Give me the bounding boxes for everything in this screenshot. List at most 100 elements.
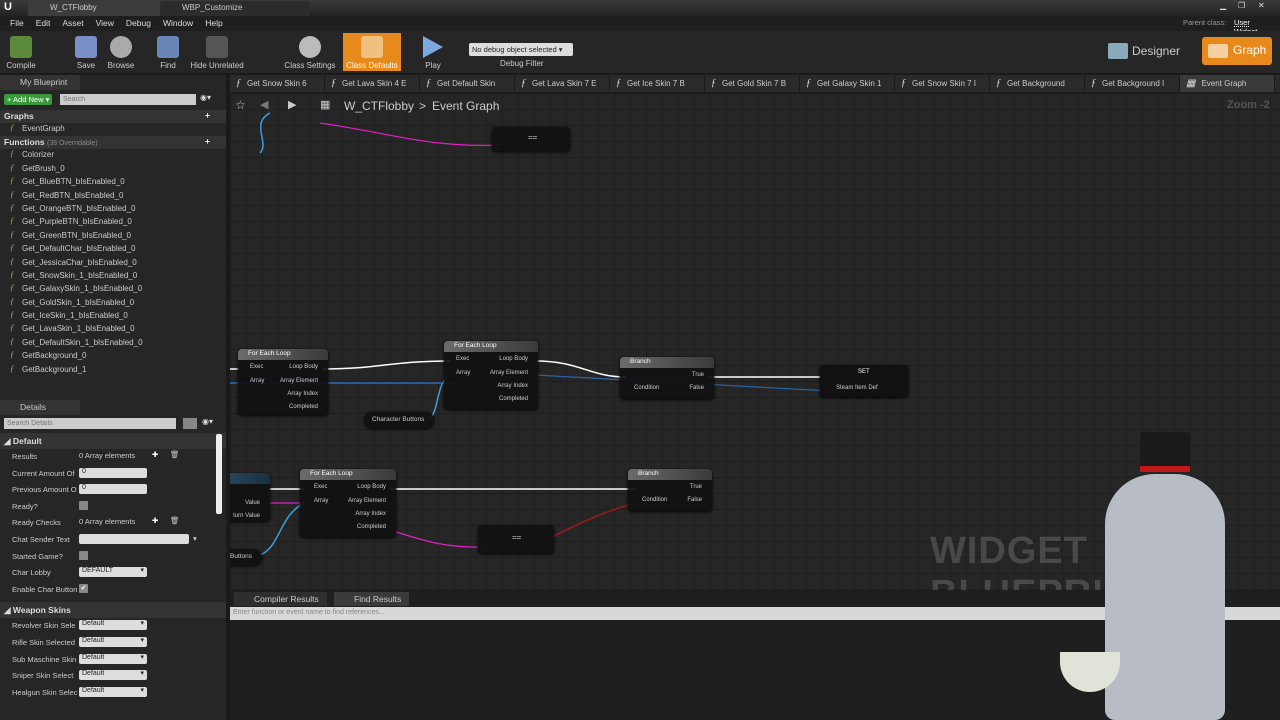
graph-tab[interactable]: ƒ Get Lava Skin 7 E (515, 75, 610, 92)
pin-steam-item-def[interactable]: Steam Item Def (836, 385, 878, 391)
details-scrollbar[interactable] (216, 434, 222, 514)
graph-mode-button[interactable]: Graph (1202, 37, 1272, 65)
my-blueprint-tab[interactable]: My Blueprint (0, 75, 80, 90)
for-each-loop-node[interactable]: For Each Loop Exec Array Loop Body Array… (238, 349, 328, 415)
graph-tab[interactable]: ƒ Get Background I (1085, 75, 1180, 92)
pin-array-element[interactable]: Array Element (490, 370, 528, 376)
menu-asset[interactable]: Asset (56, 16, 89, 31)
hide-unrelated-button[interactable]: Hide Unrelated (188, 33, 246, 71)
pin-exec[interactable]: Exec (250, 364, 263, 370)
function-item[interactable]: Get_GalaxySkin_1_bIsEnabled_0 (0, 283, 226, 296)
find-button[interactable]: Find (154, 33, 182, 71)
function-item[interactable]: Get_GoldSkin_1_bIsEnabled_0 (0, 297, 226, 310)
function-item[interactable]: GetBackground_1 (0, 364, 226, 377)
function-item[interactable]: Get_PurpleBTN_bIsEnabled_0 (0, 216, 226, 229)
function-item[interactable]: Get_SnowSkin_1_bIsEnabled_0 (0, 270, 226, 283)
for-each-loop-node[interactable]: For Each Loop Exec Array Loop Body Array… (444, 341, 538, 409)
getter-node[interactable]: Value turn Value (230, 473, 270, 521)
debug-object-select[interactable]: No debug object selected ▾ (469, 43, 573, 56)
pin-condition[interactable]: Condition (634, 385, 659, 391)
function-item[interactable]: Get_GreenBTN_bIsEnabled_0 (0, 230, 226, 243)
pin-false[interactable]: False (689, 385, 704, 391)
functions-section[interactable]: Functions (38 Overridable) + (0, 136, 226, 150)
checkbox[interactable] (79, 550, 88, 560)
skin-dropdown[interactable]: Default (79, 619, 147, 631)
checkbox[interactable] (79, 500, 88, 510)
set-node[interactable]: SET Steam Item Def (820, 365, 908, 397)
pin-array[interactable]: Array (314, 498, 328, 504)
menu-help[interactable]: Help (199, 16, 228, 31)
menu-debug[interactable]: Debug (120, 16, 157, 31)
trash-icon[interactable]: 🗑 (170, 516, 180, 525)
visibility-eye-icon[interactable]: ◉▾ (200, 93, 211, 102)
number-input[interactable]: 0 (79, 467, 147, 478)
graph-tab-event-graph[interactable]: ▦ Event Graph (1180, 75, 1275, 92)
pin-exec[interactable]: Exec (456, 356, 469, 362)
function-item[interactable]: GetBackground_0 (0, 350, 226, 363)
graphs-section[interactable]: Graphs + (0, 110, 226, 123)
pin-array-index[interactable]: Array Index (287, 391, 318, 397)
weapon-skins-category[interactable]: ◢ Weapon Skins (0, 602, 226, 619)
pin-array-element[interactable]: Array Element (280, 378, 318, 384)
function-item[interactable]: Get_OrangeBTN_bIsEnabled_0 (0, 203, 226, 216)
add-function-button[interactable]: + (205, 136, 210, 146)
designer-mode-button[interactable]: Designer (1108, 39, 1180, 65)
character-buttons-variable-node[interactable]: Character Buttons (364, 412, 434, 428)
pin-true[interactable]: True (690, 484, 702, 490)
add-new-button[interactable]: + Add New ▾ (4, 94, 53, 105)
pin-loop-body[interactable]: Loop Body (357, 484, 386, 490)
maximize-button[interactable]: ❐ (1238, 1, 1245, 10)
menu-file[interactable]: File (4, 16, 30, 31)
branch-node[interactable]: Branch Condition True False (620, 357, 714, 399)
chevron-down-icon[interactable]: ▾ (193, 534, 197, 543)
menu-edit[interactable]: Edit (30, 16, 57, 31)
pin-condition[interactable]: Condition (642, 497, 667, 503)
close-button[interactable]: ✕ (1258, 1, 1265, 10)
browse-button[interactable]: Browse (104, 33, 138, 71)
window-tab-w-ctflobby[interactable]: W_CTFlobby (28, 1, 178, 16)
pin-loop-body[interactable]: Loop Body (499, 356, 528, 362)
pin-exec[interactable]: Exec (314, 484, 327, 490)
skin-dropdown[interactable]: Default (79, 669, 147, 681)
function-item[interactable]: Get_RedBTN_bIsEnabled_0 (0, 190, 226, 203)
checkbox-checked[interactable]: ✔ (79, 583, 88, 593)
pin-true[interactable]: True (692, 372, 704, 378)
function-item[interactable]: Get_JessicaChar_bIsEnabled_0 (0, 257, 226, 270)
compile-button[interactable]: Compile (4, 33, 38, 71)
graph-tab[interactable]: ƒ Get Ice Skin 7 B (610, 75, 705, 92)
add-element-icon[interactable]: ✚ (152, 450, 158, 459)
visibility-eye-icon[interactable]: ◉▾ (202, 417, 213, 426)
number-input[interactable]: 0 (79, 484, 147, 495)
graph-tab[interactable]: ƒ Get Gold Skin 7 B (705, 75, 800, 92)
pin-array-index[interactable]: Array Index (497, 383, 528, 389)
save-button[interactable]: Save (74, 33, 98, 71)
function-item[interactable]: Get_LavaSkin_1_bIsEnabled_0 (0, 323, 226, 336)
class-settings-button[interactable]: Class Settings (282, 33, 338, 71)
pin-array-index[interactable]: Array Index (355, 511, 386, 517)
graph-tab[interactable]: ƒ Get Snow Skin 7 I (895, 75, 990, 92)
for-each-loop-node[interactable]: For Each Loop Exec Array Loop Body Array… (300, 469, 396, 537)
buttons-variable-node[interactable]: Buttons (230, 549, 262, 565)
function-item[interactable]: Get_BlueBTN_bIsEnabled_0 (0, 176, 226, 189)
class-defaults-button[interactable]: Class Defaults (343, 33, 401, 71)
menu-view[interactable]: View (90, 16, 120, 31)
event-graph-item[interactable]: EventGraph (0, 123, 226, 136)
function-item[interactable]: Get_DefaultChar_bIsEnabled_0 (0, 243, 226, 256)
default-category[interactable]: ◢ Default (0, 433, 226, 449)
dropdown[interactable]: DEFAULT (79, 566, 147, 578)
pin-loop-body[interactable]: Loop Body (289, 364, 318, 370)
graph-tab[interactable]: ƒ Get Snow Skin 6 (230, 75, 325, 92)
equals-node[interactable]: == (478, 525, 554, 553)
skin-dropdown[interactable]: Default (79, 636, 147, 647)
details-search-input[interactable] (4, 418, 176, 429)
pin-array[interactable]: Array (456, 370, 470, 376)
trash-icon[interactable]: 🗑 (170, 450, 180, 459)
add-graph-button[interactable]: + (205, 110, 210, 120)
pin-completed[interactable]: Completed (357, 524, 386, 530)
minimize-button[interactable]: ▁ (1220, 1, 1226, 10)
function-item[interactable]: GetBrush_0 (0, 163, 226, 176)
window-tab-wbp-customize[interactable]: WBP_Customize (160, 1, 310, 16)
graph-tab[interactable]: ƒ Get Lava Skin 4 E (325, 75, 420, 92)
pin-array[interactable]: Array (250, 378, 264, 384)
pin-completed[interactable]: Completed (289, 404, 318, 410)
